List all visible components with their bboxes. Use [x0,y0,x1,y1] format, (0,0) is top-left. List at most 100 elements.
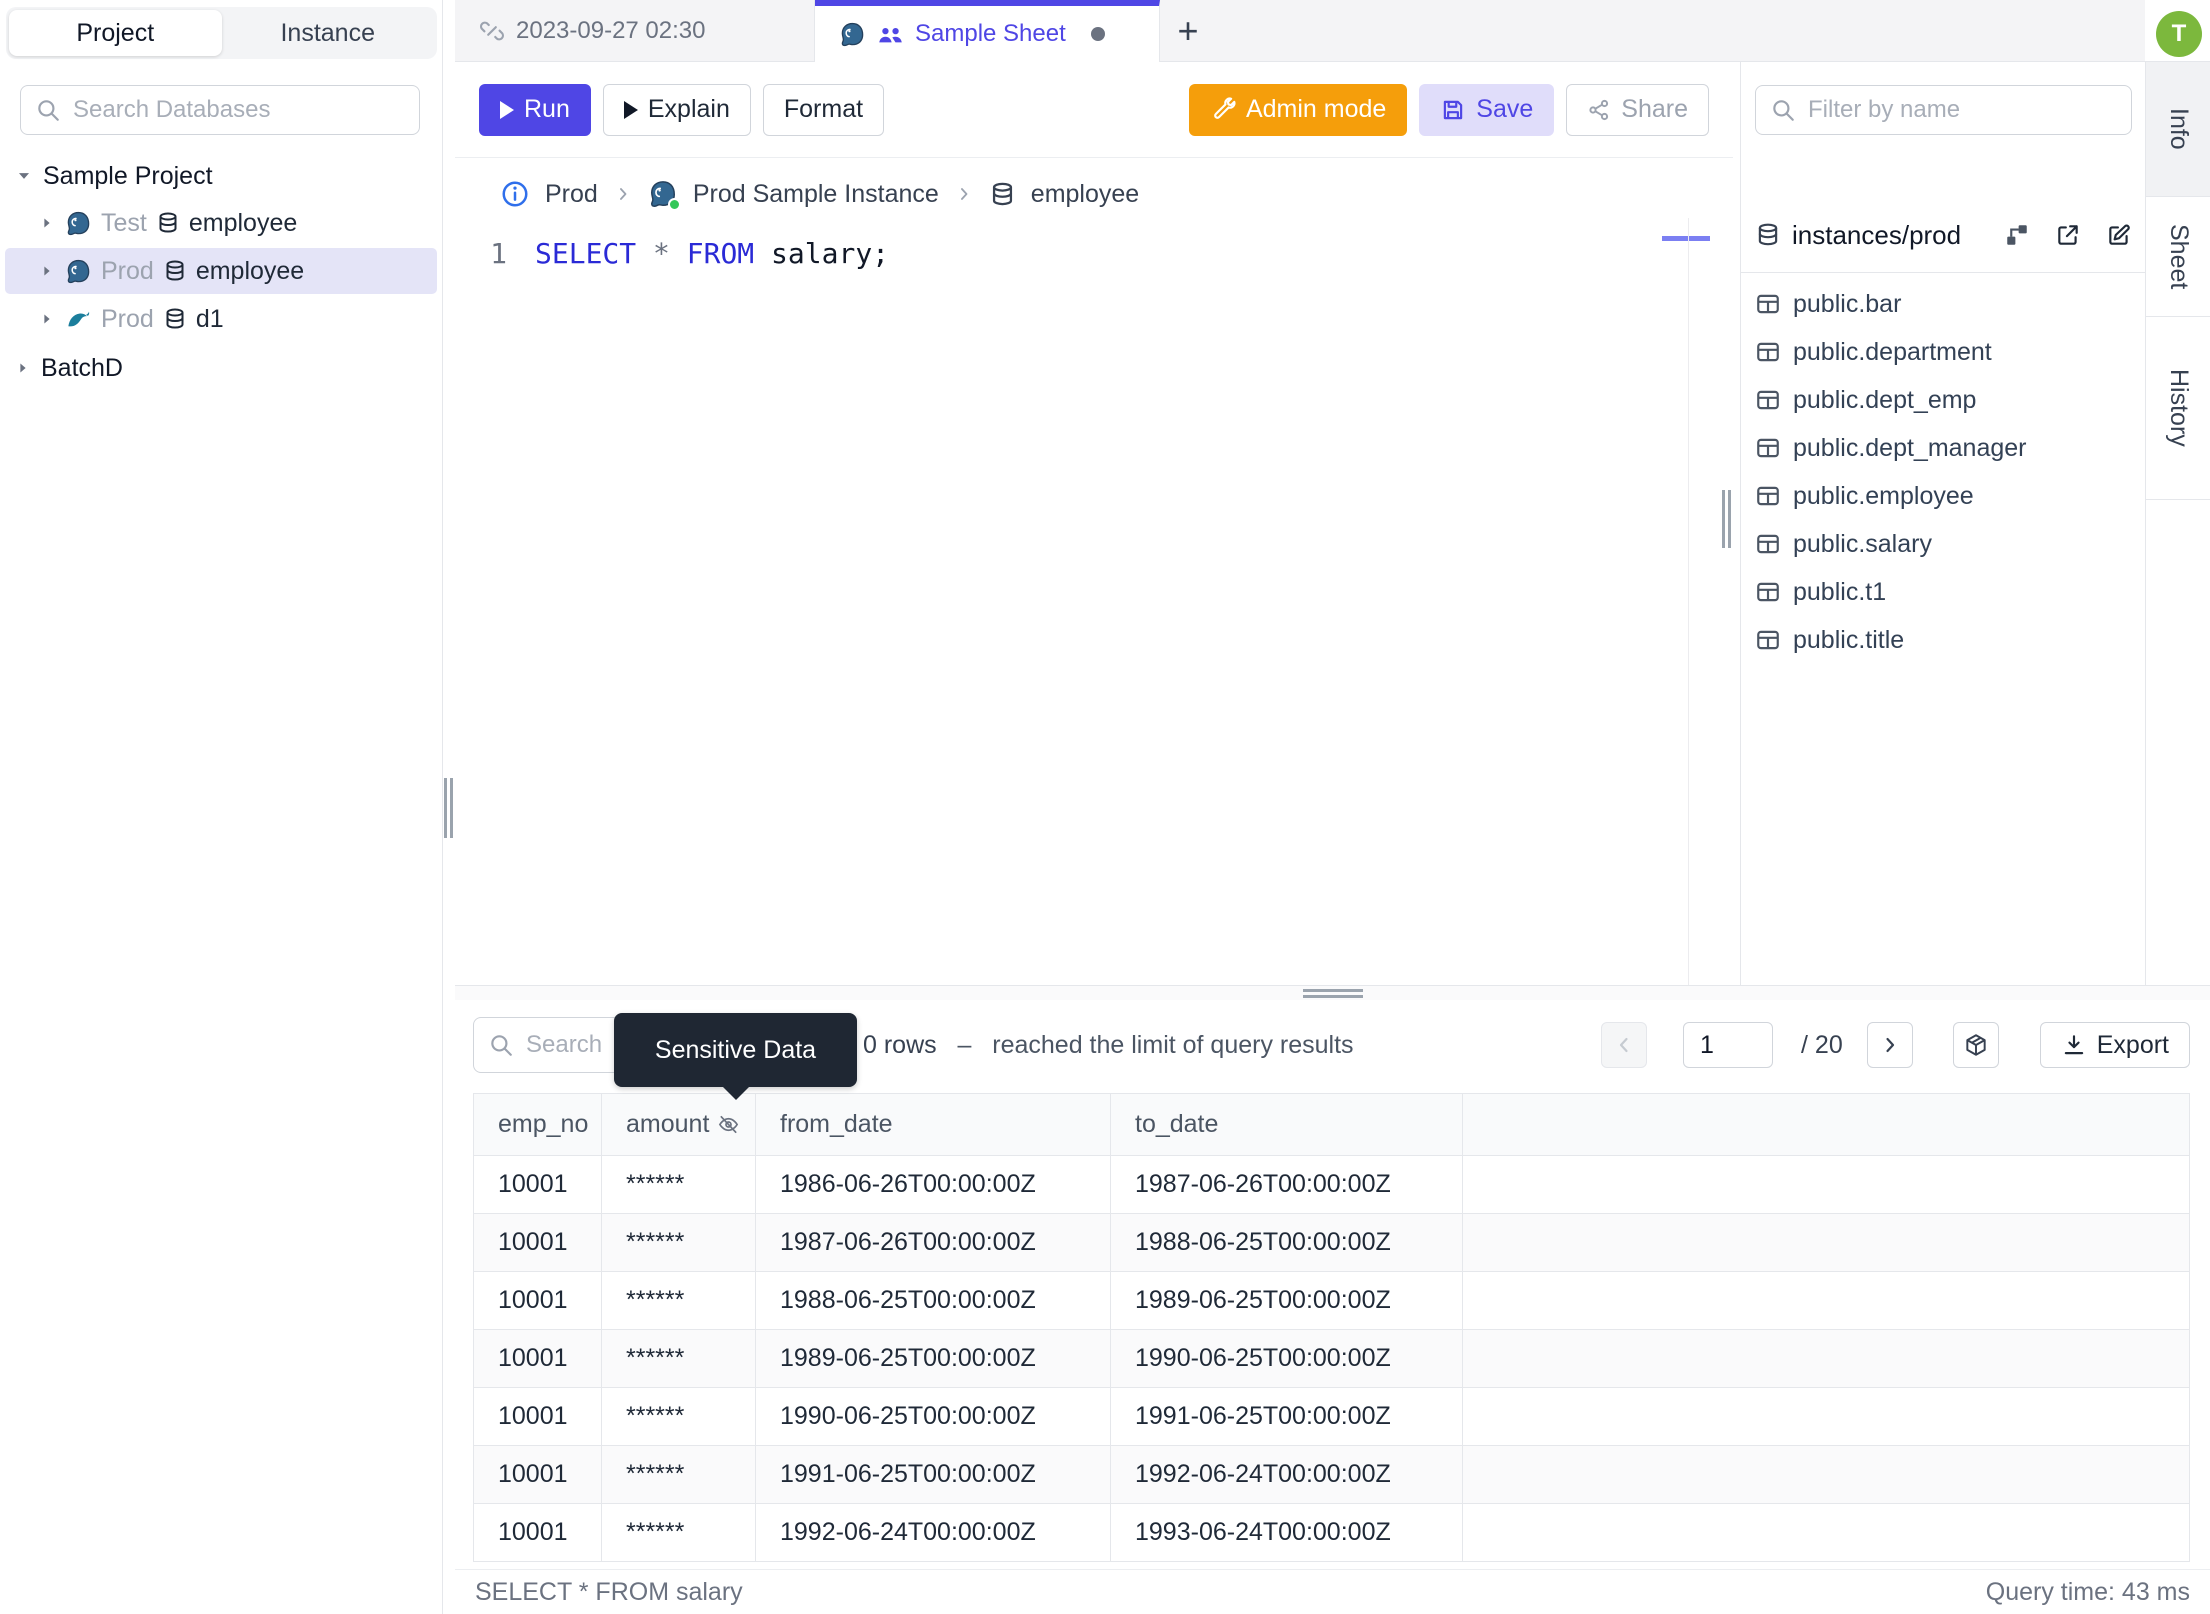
sql-keyword: FROM [686,236,755,270]
table-filter[interactable] [1755,85,2132,135]
cell-masked: ****** [602,1504,756,1561]
run-button[interactable]: Run [479,83,591,136]
database-icon [1755,222,1781,248]
cell: 1987-06-26T00:00:00Z [756,1214,1111,1271]
table-list-item[interactable]: public.bar [1741,280,2146,328]
next-page-button[interactable] [1866,1022,1913,1068]
postgresql-icon [65,210,92,237]
database-name: employee [195,256,305,285]
cell-filler [1463,1446,2189,1503]
external-link-icon[interactable] [2055,222,2081,248]
share-button[interactable]: Share [1566,83,1709,136]
tab-instance[interactable]: Instance [222,10,435,56]
column-header[interactable]: emp_no [474,1094,602,1155]
environment-label: Prod [101,256,154,285]
eye-off-icon[interactable] [717,1113,740,1136]
table-filter-input[interactable] [1808,96,2117,124]
code-line: 1 SELECT * FROM salary; [455,230,1733,276]
caret-right-icon [38,310,56,328]
database-icon [989,181,1016,208]
column-header[interactable]: amount [602,1094,756,1155]
schema-sidebar-resize-handle[interactable] [1722,490,1731,548]
mysql-icon [65,306,92,333]
team-icon [877,21,904,48]
table-list-item[interactable]: public.t1 [1741,568,2146,616]
format-button[interactable]: Format [762,83,885,136]
sheet-tab-active[interactable]: Sample Sheet [815,0,1160,62]
new-tab-button[interactable]: + [1160,0,1216,62]
sql-editor[interactable]: 1 SELECT * FROM salary; [455,230,1733,985]
postgresql-icon [65,258,92,285]
save-button[interactable]: Save [1419,83,1555,136]
table-list-item[interactable]: public.salary [1741,520,2146,568]
info-circle-icon[interactable] [500,179,530,209]
database-search-input[interactable] [73,96,405,124]
executed-statement: SELECT * FROM salary [475,1578,743,1606]
table-list-item[interactable]: public.department [1741,328,2146,376]
column-header[interactable]: to_date [1111,1094,1463,1155]
database-icon [163,259,187,283]
tab-history[interactable]: History [2146,317,2210,500]
sheet-tab-label: 2023-09-27 02:30 [516,17,706,44]
table-list-item[interactable]: public.dept_manager [1741,424,2146,472]
table-list-item[interactable]: public.title [1741,616,2146,664]
tab-project[interactable]: Project [9,10,222,56]
tree-batch-label: BatchD [41,353,123,382]
grid-row: 10001 ****** 1986-06-26T00:00:00Z 1987-0… [474,1155,2189,1213]
cell: 10001 [474,1272,602,1329]
cell: 1986-06-26T00:00:00Z [756,1156,1111,1213]
database-search[interactable] [20,85,420,135]
table-list-item[interactable]: public.employee [1741,472,2146,520]
sidebar-resize-handle[interactable] [444,778,453,838]
export-button[interactable]: Export [2039,1022,2190,1068]
tree-node-database[interactable]: Prod d1 [0,296,443,342]
avatar[interactable]: T [2156,11,2202,57]
table-list-item[interactable]: public.dept_emp [1741,376,2146,424]
cell: 1991-06-25T00:00:00Z [1111,1388,1463,1445]
prev-page-button[interactable] [1601,1022,1648,1068]
sidebar-tab-switcher: Project Instance [6,7,437,59]
cell-filler [1463,1504,2189,1561]
schema-diagram-icon[interactable] [2004,222,2030,248]
chevron-right-icon [613,184,633,204]
breadcrumb-database[interactable]: employee [1031,180,1139,209]
results-resize-strip[interactable] [455,986,2210,1000]
breadcrumb-environment[interactable]: Prod [545,180,598,209]
side-strip: Info Sheet History [2145,62,2210,985]
cell: 1988-06-25T00:00:00Z [756,1272,1111,1329]
cell-masked: ****** [602,1330,756,1387]
postgresql-icon [839,21,866,48]
admin-mode-button[interactable]: Admin mode [1188,83,1408,136]
cell-filler [1463,1388,2189,1445]
cell: 1989-06-25T00:00:00Z [1111,1272,1463,1329]
divider [1741,272,2146,273]
tree-node-batch-project[interactable]: BatchD [0,345,443,391]
connection-row: instances/prod [1755,210,2132,260]
left-sidebar: Project Instance Sample Project Test emp… [0,0,443,1614]
page-number-input[interactable] [1683,1022,1774,1068]
breadcrumb-instance[interactable]: Prod Sample Instance [693,180,939,209]
cell: 10001 [474,1504,602,1561]
cell: 10001 [474,1330,602,1387]
column-header[interactable]: from_date [756,1094,1111,1155]
tree-node-database[interactable]: Test employee [0,200,443,246]
tab-info[interactable]: Info [2146,62,2210,197]
edit-icon[interactable] [2106,222,2132,248]
explain-button[interactable]: Explain [602,83,751,136]
tree-node-database-selected[interactable]: Prod employee [5,248,437,294]
sheet-tab-unsaved[interactable]: 2023-09-27 02:30 [455,0,815,62]
grid-header-row: emp_no amount from_date to_date [474,1094,2189,1155]
table-icon [1755,291,1781,317]
tab-sheet[interactable]: Sheet [2146,197,2210,317]
visualize-button[interactable] [1952,1022,1999,1068]
results-resize-handle[interactable] [1302,988,1363,998]
line-number: 1 [490,236,507,270]
wrench-icon [1210,96,1236,123]
database-name: d1 [195,304,224,333]
cell-masked: ****** [602,1272,756,1329]
sql-editor-app: Project Instance Sample Project Test emp… [0,0,2210,1614]
table-icon [1755,627,1781,653]
tree-project-label: Sample Project [43,161,213,190]
tree-node-project[interactable]: Sample Project [0,153,443,199]
cell: 10001 [474,1446,602,1503]
